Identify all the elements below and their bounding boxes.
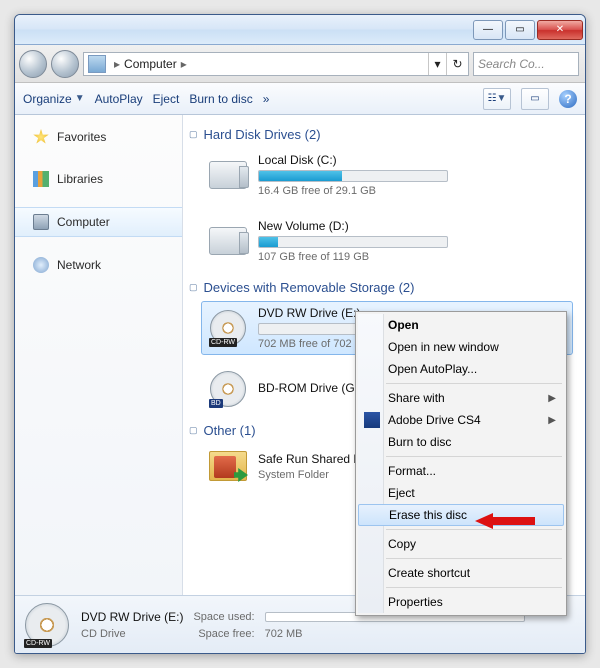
command-bar: Organize ▼ AutoPlay Eject Burn to disc »… (15, 83, 585, 115)
submenu-arrow-icon: ▶ (548, 415, 556, 426)
explorer-window: — ▭ ✕ ▸ Computer ▸ ▾ ↻ Search Co... Orga… (14, 14, 586, 654)
computer-icon (33, 214, 49, 230)
breadcrumb-sep-icon: ▸ (110, 57, 124, 71)
preview-pane-button[interactable]: ▭ (521, 88, 549, 110)
space-free-value: 702 MB (265, 628, 575, 640)
collapse-icon: ▢ (189, 129, 198, 140)
forward-button[interactable] (51, 50, 79, 78)
collapse-icon: ▢ (189, 425, 198, 436)
sidebar-item-favorites[interactable]: Favorites (15, 123, 182, 151)
autoplay-button[interactable]: AutoPlay (95, 92, 143, 106)
chevron-down-icon: ▼ (75, 93, 85, 104)
menu-item-format[interactable]: Format... (358, 460, 564, 482)
burn-button[interactable]: Burn to disc (189, 92, 252, 106)
nav-pane: Favorites Libraries Computer Network (15, 115, 183, 595)
group-removable[interactable]: ▢ Devices with Removable Storage (2) (189, 280, 573, 295)
context-menu: OpenOpen in new windowOpen AutoPlay... Sh… (355, 311, 567, 616)
search-input[interactable]: Search Co... (473, 52, 579, 76)
space-bar (258, 236, 448, 248)
menu-item-open-autoplay[interactable]: Open AutoPlay... (358, 358, 564, 380)
disc-icon: BD (210, 371, 246, 407)
menu-item-burn-to-disc[interactable]: Burn to disc (358, 431, 564, 453)
navbar: ▸ Computer ▸ ▾ ↻ Search Co... (15, 45, 585, 83)
overflow-button[interactable]: » (263, 92, 270, 106)
group-hdd[interactable]: ▢ Hard Disk Drives (2) (189, 127, 573, 142)
sidebar-item-network[interactable]: Network (15, 251, 182, 279)
address-dropdown-button[interactable]: ▾ (428, 53, 446, 75)
search-placeholder: Search Co... (478, 57, 545, 71)
drive-c[interactable]: Local Disk (C:) 16.4 GB free of 29.1 GB (201, 148, 573, 202)
address-bar[interactable]: ▸ Computer ▸ ▾ ↻ (83, 52, 469, 76)
hdd-icon (209, 227, 247, 255)
back-button[interactable] (19, 50, 47, 78)
space-bar (258, 170, 448, 182)
menu-item-open[interactable]: Open (358, 314, 564, 336)
view-mode-button[interactable]: ☷ ▼ (483, 88, 511, 110)
adobe-icon (364, 412, 380, 428)
breadcrumb-sep-icon: ▸ (177, 57, 191, 71)
menu-item-eject[interactable]: Eject (358, 482, 564, 504)
maximize-button[interactable]: ▭ (505, 20, 535, 40)
eject-button[interactable]: Eject (153, 92, 180, 106)
disc-icon: CD-RW (25, 603, 69, 647)
menu-item-properties[interactable]: Properties (358, 591, 564, 613)
sidebar-item-libraries[interactable]: Libraries (15, 165, 182, 193)
details-sub: CD Drive (81, 628, 183, 640)
titlebar: — ▭ ✕ (15, 15, 585, 45)
libraries-icon (33, 171, 49, 187)
minimize-button[interactable]: — (473, 20, 503, 40)
menu-item-adobe-drive-cs4[interactable]: Adobe Drive CS4▶ (358, 409, 564, 431)
space-used-label: Space used: (193, 611, 254, 623)
menu-item-create-shortcut[interactable]: Create shortcut (358, 562, 564, 584)
hdd-icon (209, 161, 247, 189)
menu-item-copy[interactable]: Copy (358, 533, 564, 555)
window-controls: — ▭ ✕ (473, 20, 583, 40)
computer-icon (88, 55, 106, 73)
help-button[interactable]: ? (559, 90, 577, 108)
organize-menu[interactable]: Organize ▼ (23, 92, 85, 106)
breadcrumb-location[interactable]: Computer (124, 57, 177, 71)
folder-icon (209, 451, 247, 481)
star-icon (33, 129, 49, 145)
collapse-icon: ▢ (189, 282, 198, 293)
disc-icon: CD-RW (210, 310, 246, 346)
refresh-button[interactable]: ↻ (446, 53, 468, 75)
menu-item-share-with[interactable]: Share with▶ (358, 387, 564, 409)
space-free-label: Space free: (193, 628, 254, 640)
menu-item-erase-this-disc[interactable]: Erase this disc (358, 504, 564, 526)
details-title: DVD RW Drive (E:) (81, 610, 183, 624)
submenu-arrow-icon: ▶ (548, 393, 556, 404)
sidebar-item-computer[interactable]: Computer (15, 207, 182, 237)
menu-item-open-in-new-window[interactable]: Open in new window (358, 336, 564, 358)
drive-d[interactable]: New Volume (D:) 107 GB free of 119 GB (201, 214, 573, 268)
close-button[interactable]: ✕ (537, 20, 583, 40)
network-icon (33, 257, 49, 273)
